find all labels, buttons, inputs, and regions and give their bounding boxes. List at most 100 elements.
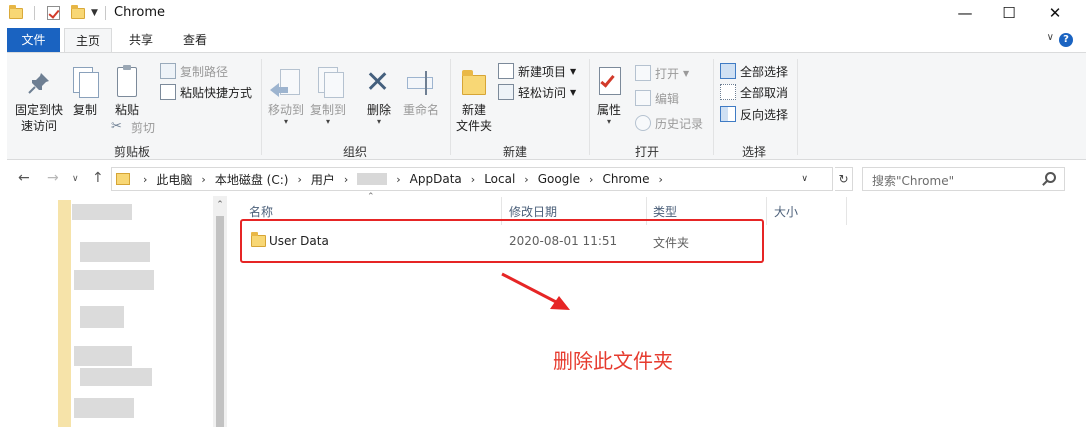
ribbon: 固定到快 速访问 复制 粘贴 复制路径 粘贴快捷方式 ✂ 剪切 剪贴板 移动到 … <box>7 52 1086 160</box>
clipboard-icon <box>111 65 143 99</box>
select-none-button[interactable]: 全部取消 <box>720 82 788 102</box>
minimize-button[interactable]: — <box>942 0 988 26</box>
folder-icon <box>9 4 23 21</box>
search-input[interactable]: 搜索"Chrome" <box>872 172 954 189</box>
breadcrumb-chrome[interactable]: Chrome <box>602 172 649 186</box>
title-bar: ▼ Chrome — ☐ ✕ <box>0 0 1086 26</box>
address-bar[interactable]: › 此电脑 › 本地磁盘 (C:) › 用户 › › AppData › Loc… <box>111 167 833 191</box>
group-divider <box>713 59 714 155</box>
annotation-text: 删除此文件夹 <box>553 349 673 373</box>
easy-access-icon <box>498 84 514 100</box>
shortcut-icon <box>160 84 176 100</box>
new-item-icon <box>498 63 514 79</box>
nav-item-redacted[interactable] <box>80 242 150 262</box>
breadcrumb-google[interactable]: Google <box>538 172 580 186</box>
nav-item-redacted[interactable] <box>74 270 154 290</box>
new-folder-quick-icon[interactable] <box>71 4 85 21</box>
open-button[interactable]: 打开 ▼ <box>635 63 689 83</box>
delete-label: 删除 <box>366 103 391 117</box>
breadcrumb-local-disk[interactable]: 本地磁盘 (C:) <box>215 171 289 188</box>
paste-shortcut-label: 粘贴快捷方式 <box>180 85 253 100</box>
nav-item-redacted[interactable] <box>72 204 132 220</box>
new-folder-label-line2: 文件夹 <box>455 119 492 133</box>
copy-path-button[interactable]: 复制路径 <box>160 61 228 81</box>
close-button[interactable]: ✕ <box>1032 0 1078 26</box>
invert-selection-button[interactable]: 反向选择 <box>720 104 788 124</box>
column-divider[interactable] <box>766 197 767 225</box>
path-icon <box>160 63 176 79</box>
properties-quick-icon[interactable] <box>47 5 60 21</box>
move-to-icon <box>270 67 302 99</box>
search-icon[interactable] <box>1045 172 1056 183</box>
tab-view[interactable]: 查看 <box>172 28 218 52</box>
history-label: 历史记录 <box>655 116 704 131</box>
search-box[interactable]: 搜索"Chrome" <box>862 167 1065 191</box>
column-header-size[interactable]: 大小 <box>774 203 798 223</box>
delete-x-icon: ✕ <box>365 65 391 100</box>
nav-item-redacted[interactable] <box>74 398 134 418</box>
address-dropdown-icon[interactable]: ∨ <box>801 168 808 190</box>
paste-shortcut-button[interactable]: 粘贴快捷方式 <box>160 82 252 102</box>
copy-to-button[interactable]: 复制到 ▾ <box>307 67 349 126</box>
breadcrumb-appdata[interactable]: AppData <box>410 172 462 186</box>
rename-label: 重命名 <box>402 103 439 117</box>
paste-button[interactable]: 粘贴 <box>107 65 147 118</box>
group-divider <box>261 59 262 155</box>
open-label: 打开 <box>655 66 680 81</box>
cut-button[interactable]: ✂ 剪切 <box>111 117 155 137</box>
breadcrumb-local[interactable]: Local <box>484 172 515 186</box>
nav-item-redacted[interactable] <box>80 368 152 386</box>
window-title: Chrome <box>114 5 165 20</box>
nav-scrollbar[interactable]: ⌃ <box>213 196 227 427</box>
up-button[interactable]: ↑ <box>92 170 104 186</box>
tab-file[interactable]: 文件 <box>7 28 60 52</box>
new-item-button[interactable]: 新建项目 ▼ <box>498 61 576 81</box>
nav-item-redacted[interactable] <box>74 346 132 366</box>
properties-label: 属性 <box>596 103 621 117</box>
select-all-icon <box>720 63 736 79</box>
edit-button[interactable]: 编辑 <box>635 88 679 108</box>
rename-button[interactable]: 重命名 <box>398 67 444 118</box>
pin-to-quick-access-button[interactable]: 固定到快 速访问 <box>11 67 67 134</box>
refresh-button[interactable]: ↻ <box>835 167 853 191</box>
scroll-up-icon[interactable]: ⌃ <box>213 200 227 210</box>
ribbon-tabs: 文件 主页 共享 查看 ∨ ? <box>0 28 1086 53</box>
rename-icon <box>405 67 437 99</box>
select-all-button[interactable]: 全部选择 <box>720 61 788 81</box>
forward-button[interactable]: → <box>47 170 59 186</box>
tab-share[interactable]: 共享 <box>118 28 164 52</box>
copy-button[interactable]: 复制 <box>67 67 103 118</box>
open-group-label: 打开 <box>634 145 659 159</box>
tab-home[interactable]: 主页 <box>64 28 112 53</box>
back-button[interactable]: ← <box>18 170 30 186</box>
breadcrumb-users[interactable]: 用户 <box>311 171 335 188</box>
new-group-label: 新建 <box>502 145 527 159</box>
chevron-down-icon[interactable]: ∨ <box>1047 32 1054 43</box>
recent-locations-dropdown[interactable]: ∨ <box>72 174 79 184</box>
invert-selection-icon <box>720 106 736 122</box>
easy-access-label: 轻松访问 <box>518 85 567 100</box>
breadcrumb-this-pc[interactable]: 此电脑 <box>156 171 192 188</box>
properties-button[interactable]: 属性 ▾ <box>591 67 627 126</box>
maximize-button[interactable]: ☐ <box>986 0 1032 26</box>
folder-icon <box>116 173 130 185</box>
scissors-icon: ✂ <box>111 119 122 134</box>
history-icon <box>635 115 651 131</box>
new-folder-button[interactable]: 新建 文件夹 <box>453 67 495 134</box>
delete-button[interactable]: ✕ 删除 ▾ <box>361 67 397 126</box>
breadcrumb-user-redacted[interactable] <box>357 173 388 185</box>
new-folder-label-line1: 新建 <box>461 103 486 117</box>
column-divider[interactable] <box>846 197 847 225</box>
pin-icon <box>23 67 55 99</box>
clipboard-group-label: 剪贴板 <box>113 145 150 159</box>
new-item-label: 新建项目 <box>518 64 567 79</box>
organize-group-label: 组织 <box>342 145 367 159</box>
nav-item-redacted[interactable] <box>80 306 124 328</box>
move-to-button[interactable]: 移动到 ▾ <box>265 67 307 126</box>
easy-access-button[interactable]: 轻松访问 ▼ <box>498 82 576 102</box>
help-icon[interactable]: ? <box>1059 33 1073 47</box>
pin-label-line1: 固定到快 <box>14 103 63 117</box>
history-button[interactable]: 历史记录 <box>635 113 703 133</box>
quick-access-dropdown-icon[interactable]: ▼ <box>91 5 98 21</box>
scroll-thumb[interactable] <box>216 216 224 427</box>
